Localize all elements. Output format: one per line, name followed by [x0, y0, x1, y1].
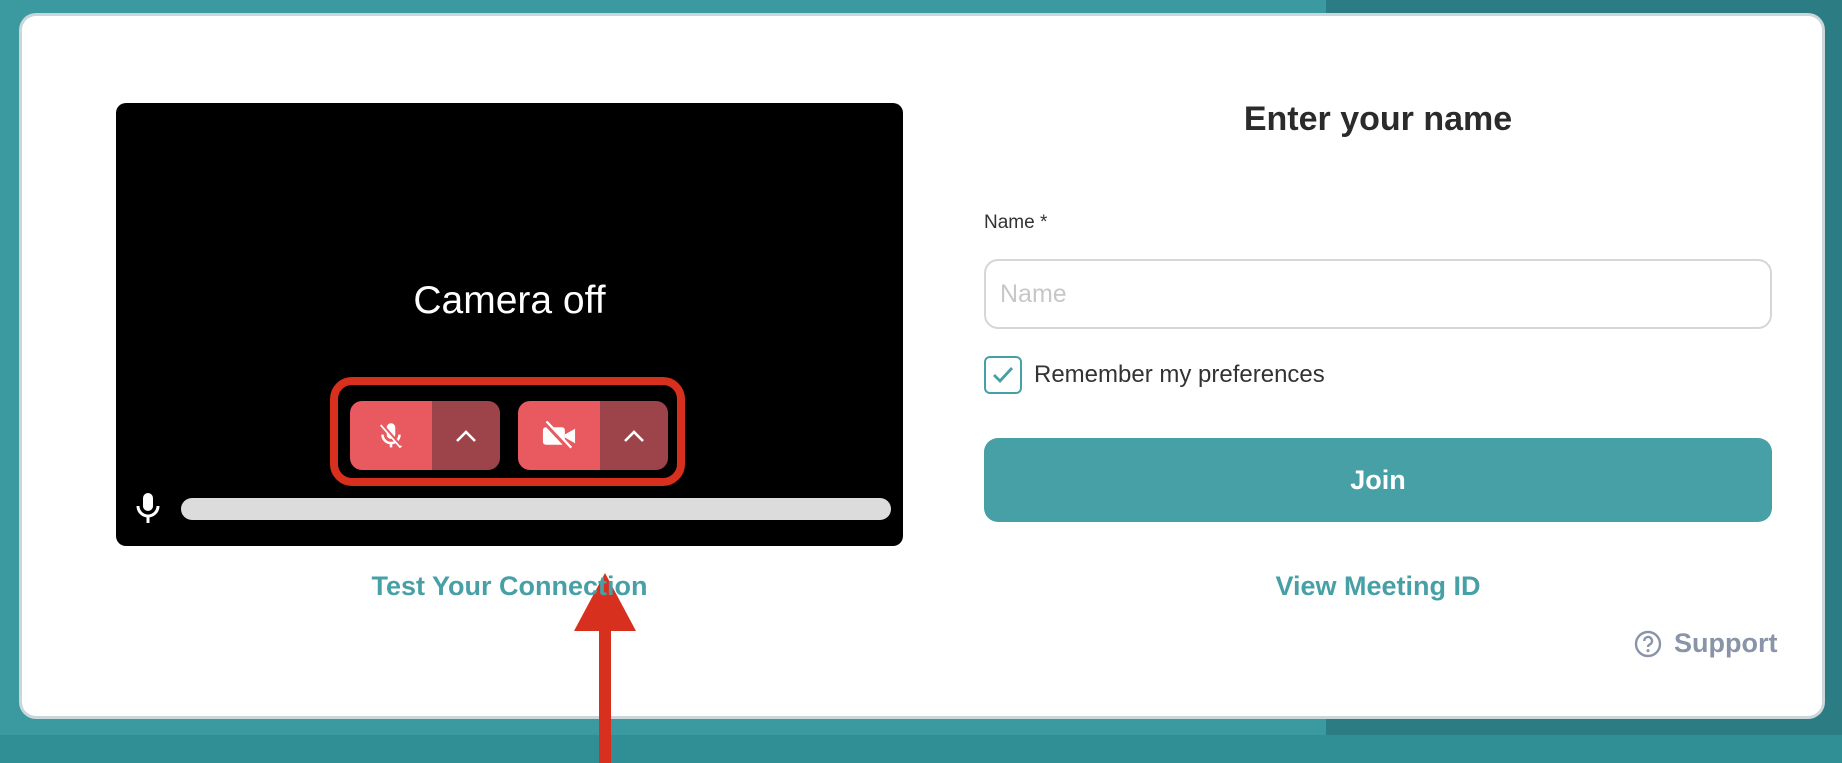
mic-icon: [136, 493, 160, 523]
view-meeting-id-link[interactable]: View Meeting ID: [984, 571, 1772, 602]
join-card: Camera off Test Your Connection Enter yo…: [22, 16, 1822, 763]
name-input[interactable]: [984, 259, 1772, 329]
test-connection-link[interactable]: Test Your Connection: [116, 571, 903, 602]
page-title: Enter your name: [1243, 100, 1513, 138]
audio-level-meter: [181, 498, 891, 520]
remember-checkbox[interactable]: [984, 356, 1022, 394]
support-link[interactable]: Support: [1634, 628, 1777, 659]
name-label: Name *: [984, 212, 1048, 233]
camera-off-text: Camera off: [413, 279, 606, 322]
video-preview: Camera off: [116, 103, 903, 763]
join-button[interactable]: Join: [984, 438, 1772, 522]
question-circle-icon: [1634, 630, 1662, 657]
checkmark-icon: [993, 367, 1014, 384]
remember-label[interactable]: Remember my preferences: [1034, 361, 1325, 389]
support-label: Support: [1674, 628, 1778, 658]
annotation-highlight-box: [330, 377, 685, 486]
